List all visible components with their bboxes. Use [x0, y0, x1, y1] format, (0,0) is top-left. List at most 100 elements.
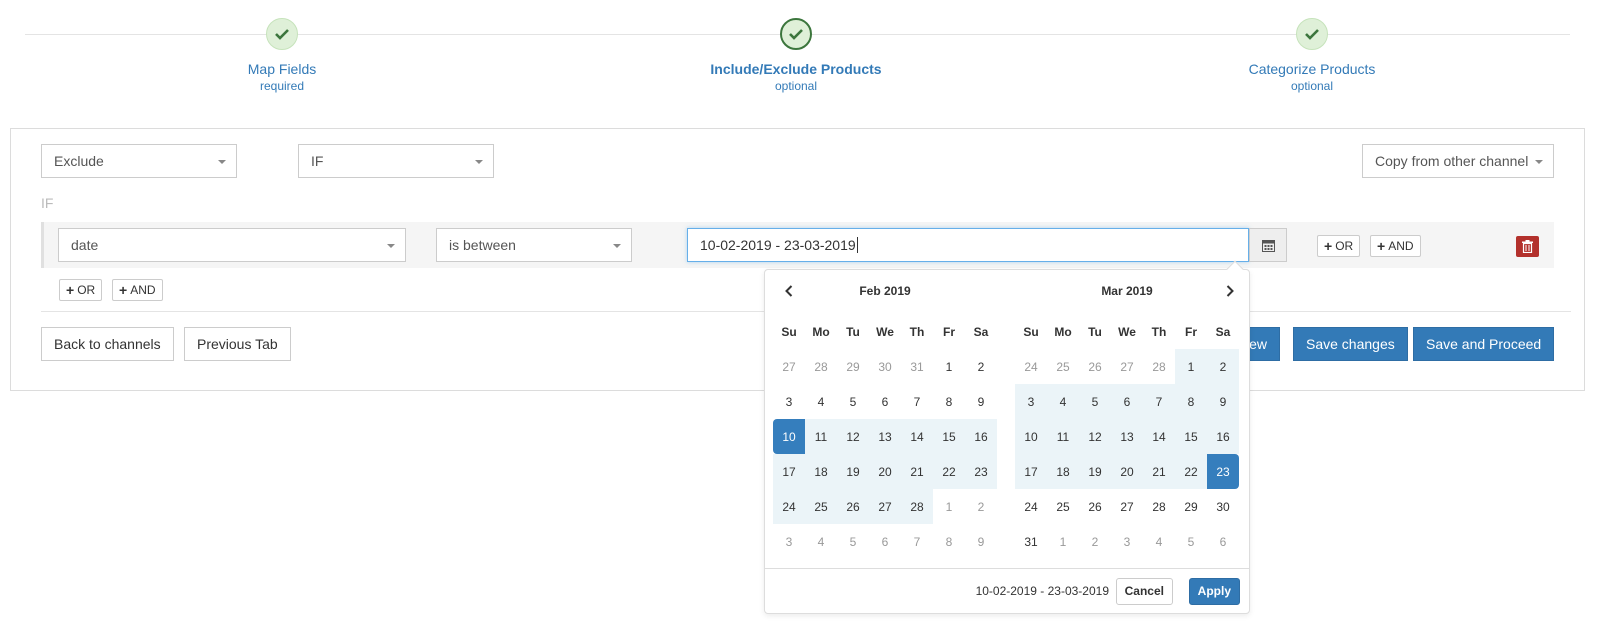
- calendar-day[interactable]: 27: [1111, 349, 1143, 384]
- calendar-day[interactable]: 14: [901, 419, 933, 454]
- group-and-button[interactable]: + AND: [112, 279, 163, 301]
- mode-select[interactable]: Exclude: [41, 144, 237, 178]
- calendar-day[interactable]: 28: [805, 349, 837, 384]
- calendar-day[interactable]: 31: [901, 349, 933, 384]
- calendar-day[interactable]: 4: [805, 524, 837, 559]
- calendar-day[interactable]: 15: [1175, 419, 1207, 454]
- calendar-day[interactable]: 27: [773, 349, 805, 384]
- calendar-day[interactable]: 3: [1111, 524, 1143, 559]
- calendar-day[interactable]: 26: [837, 489, 869, 524]
- calendar-day[interactable]: 9: [965, 524, 997, 559]
- calendar-day[interactable]: 18: [805, 454, 837, 489]
- calendar-day[interactable]: 18: [1047, 454, 1079, 489]
- calendar-day[interactable]: 26: [1079, 349, 1111, 384]
- calendar-day[interactable]: 8: [1175, 384, 1207, 419]
- step-map-fields[interactable]: Map Fields required: [122, 18, 442, 93]
- calendar-day[interactable]: 23: [965, 454, 997, 489]
- calendar-day[interactable]: 30: [869, 349, 901, 384]
- calendar-day[interactable]: 24: [773, 489, 805, 524]
- calendar-day[interactable]: 7: [901, 524, 933, 559]
- calendar-day[interactable]: 10: [1015, 419, 1047, 454]
- calendar-day[interactable]: 4: [1143, 524, 1175, 559]
- calendar-day[interactable]: 16: [1207, 419, 1239, 454]
- calendar-day[interactable]: 2: [965, 349, 997, 384]
- apply-button[interactable]: Apply: [1188, 578, 1240, 605]
- operator-select[interactable]: is between: [436, 228, 632, 262]
- calendar-day[interactable]: 17: [1015, 454, 1047, 489]
- calendar-day[interactable]: 2: [965, 489, 997, 524]
- calendar-day[interactable]: 9: [1207, 384, 1239, 419]
- row-or-button[interactable]: + OR: [1317, 235, 1361, 257]
- calendar-day[interactable]: 1: [1175, 349, 1207, 384]
- calendar-day[interactable]: 11: [805, 419, 837, 454]
- calendar-day[interactable]: 1: [1047, 524, 1079, 559]
- calendar-day[interactable]: 21: [1143, 454, 1175, 489]
- step-categorize[interactable]: Categorize Products optional: [1152, 18, 1472, 93]
- calendar-day[interactable]: 13: [869, 419, 901, 454]
- calendar-day[interactable]: 27: [1111, 489, 1143, 524]
- calendar-day[interactable]: 27: [869, 489, 901, 524]
- calendar-day[interactable]: 19: [1079, 454, 1111, 489]
- calendar-day[interactable]: 16: [965, 419, 997, 454]
- calendar-day[interactable]: 1: [933, 349, 965, 384]
- previous-tab-button[interactable]: Previous Tab: [184, 327, 291, 361]
- calendar-day[interactable]: 3: [773, 524, 805, 559]
- calendar-day[interactable]: 20: [869, 454, 901, 489]
- calendar-day[interactable]: 14: [1143, 419, 1175, 454]
- group-or-button[interactable]: + OR: [59, 279, 103, 301]
- field-select[interactable]: date: [58, 228, 406, 262]
- calendar-day[interactable]: 11: [1047, 419, 1079, 454]
- calendar-day[interactable]: 1: [933, 489, 965, 524]
- calendar-day[interactable]: 28: [901, 489, 933, 524]
- prev-month-button[interactable]: [778, 280, 800, 302]
- calendar-day[interactable]: 3: [773, 384, 805, 419]
- calendar-day[interactable]: 20: [1111, 454, 1143, 489]
- calendar-day[interactable]: 25: [1047, 489, 1079, 524]
- calendar-day[interactable]: 24: [1015, 349, 1047, 384]
- calendar-day[interactable]: 22: [1175, 454, 1207, 489]
- calendar-day[interactable]: 23: [1207, 454, 1239, 489]
- calendar-day[interactable]: 6: [1111, 384, 1143, 419]
- calendar-day[interactable]: 4: [805, 384, 837, 419]
- calendar-day[interactable]: 29: [837, 349, 869, 384]
- calendar-day[interactable]: 13: [1111, 419, 1143, 454]
- calendar-day[interactable]: 5: [837, 524, 869, 559]
- calendar-day[interactable]: 2: [1207, 349, 1239, 384]
- calendar-day[interactable]: 12: [1079, 419, 1111, 454]
- calendar-day[interactable]: 28: [1143, 349, 1175, 384]
- calendar-day[interactable]: 4: [1047, 384, 1079, 419]
- step-include-exclude[interactable]: Include/Exclude Products optional: [636, 18, 956, 93]
- back-to-channels-button[interactable]: Back to channels: [41, 327, 174, 361]
- calendar-day[interactable]: 21: [901, 454, 933, 489]
- calendar-day[interactable]: 8: [933, 384, 965, 419]
- calendar-day[interactable]: 9: [965, 384, 997, 419]
- calendar-day[interactable]: 15: [933, 419, 965, 454]
- calendar-day[interactable]: 3: [1015, 384, 1047, 419]
- date-range-input[interactable]: 10-02-2019 - 23-03-2019: [687, 228, 1249, 262]
- next-month-button[interactable]: [1219, 280, 1241, 302]
- condition-select[interactable]: IF: [298, 144, 494, 178]
- delete-button[interactable]: [1516, 236, 1539, 257]
- save-and-proceed-button[interactable]: Save and Proceed: [1413, 327, 1555, 361]
- calendar-day[interactable]: 17: [773, 454, 805, 489]
- calendar-day[interactable]: 12: [837, 419, 869, 454]
- calendar-day[interactable]: 5: [1175, 524, 1207, 559]
- calendar-day[interactable]: 30: [1207, 489, 1239, 524]
- calendar-day[interactable]: 5: [837, 384, 869, 419]
- calendar-day[interactable]: 8: [933, 524, 965, 559]
- calendar-day[interactable]: 6: [869, 524, 901, 559]
- calendar-day[interactable]: 24: [1015, 489, 1047, 524]
- cancel-button[interactable]: Cancel: [1115, 578, 1173, 605]
- calendar-day[interactable]: 6: [869, 384, 901, 419]
- calendar-day[interactable]: 7: [901, 384, 933, 419]
- calendar-day[interactable]: 10: [773, 419, 805, 454]
- calendar-day[interactable]: 22: [933, 454, 965, 489]
- calendar-day[interactable]: 26: [1079, 489, 1111, 524]
- calendar-button[interactable]: [1249, 228, 1287, 262]
- calendar-day[interactable]: 2: [1079, 524, 1111, 559]
- save-changes-button[interactable]: Save changes: [1293, 327, 1408, 361]
- copy-channel-select[interactable]: Copy from other channel: [1362, 144, 1554, 178]
- calendar-day[interactable]: 31: [1015, 524, 1047, 559]
- calendar-day[interactable]: 19: [837, 454, 869, 489]
- calendar-day[interactable]: 6: [1207, 524, 1239, 559]
